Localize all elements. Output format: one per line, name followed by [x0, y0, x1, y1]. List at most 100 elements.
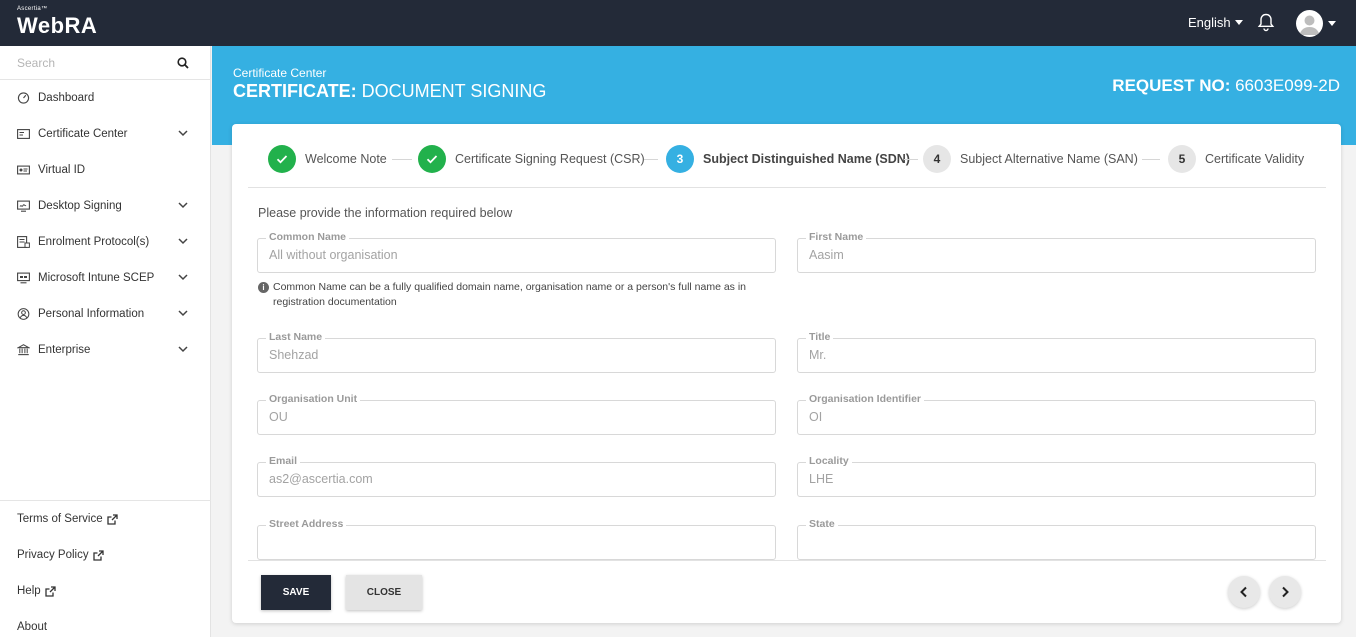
wizard-card: Welcome Note Certificate Signing Request…	[232, 124, 1341, 623]
bell-icon[interactable]	[1256, 12, 1276, 32]
step-sdn[interactable]: 3 Subject Distinguished Name (SDN)	[666, 145, 910, 173]
top-bar: Ascertia™ WebRA English	[0, 0, 1356, 46]
page-title-rest: DOCUMENT SIGNING	[356, 81, 547, 101]
form-intro: Please provide the information required …	[258, 206, 513, 220]
step-divider	[644, 159, 658, 160]
title-field: Title	[797, 331, 1316, 373]
step-label: Certificate Signing Request (CSR)	[455, 152, 645, 166]
field-label: Title	[806, 331, 834, 343]
chevron-left-icon	[1240, 586, 1247, 598]
footer-divider	[248, 560, 1326, 561]
step-number: 3	[666, 145, 694, 173]
bank-icon	[17, 344, 30, 356]
email-input[interactable]	[269, 472, 759, 486]
person-icon	[17, 308, 30, 320]
field-label: Organisation Unit	[266, 393, 361, 405]
close-button[interactable]: CLOSE	[346, 575, 422, 610]
sidebar-item-label: Personal Information	[38, 308, 145, 320]
help-link[interactable]: Help	[0, 573, 211, 609]
user-menu[interactable]	[1296, 10, 1336, 37]
step-certificate-validity[interactable]: 5 Certificate Validity	[1168, 145, 1304, 173]
external-link-icon	[106, 513, 118, 525]
link-label: Privacy Policy	[17, 549, 89, 561]
sidebar-item-personal-information[interactable]: Personal Information	[0, 296, 211, 332]
street-address-input[interactable]	[269, 535, 759, 549]
webra-logo[interactable]: Ascertia™ WebRA	[17, 6, 97, 39]
step-number: 5	[1168, 145, 1196, 173]
field-label: First Name	[806, 231, 867, 243]
field-label: Locality	[806, 455, 852, 467]
step-csr[interactable]: Certificate Signing Request (CSR)	[418, 145, 645, 173]
locality-input[interactable]	[809, 472, 1299, 486]
external-link-icon	[92, 549, 104, 561]
state-input[interactable]	[809, 535, 1299, 549]
organisation-unit-field: Organisation Unit	[257, 393, 776, 435]
wizard-stepper: Welcome Note Certificate Signing Request…	[248, 124, 1326, 188]
email-field: Email	[257, 455, 776, 497]
sidebar-item-virtual-id[interactable]: Virtual ID	[0, 152, 211, 188]
sdn-form: Please provide the information required …	[248, 188, 1326, 560]
field-label: Organisation Identifier	[806, 393, 925, 405]
intune-icon	[17, 272, 30, 284]
sidebar-item-microsoft-intune-scep[interactable]: Microsoft Intune SCEP	[0, 260, 211, 296]
street-address-field: Street Address	[257, 518, 776, 560]
previous-step-button[interactable]	[1228, 576, 1260, 608]
field-label: Email	[266, 455, 301, 467]
step-label: Welcome Note	[305, 152, 387, 166]
link-label: About	[17, 621, 48, 633]
info-icon: i	[258, 282, 269, 293]
privacy-policy-link[interactable]: Privacy Policy	[0, 537, 211, 573]
sidebar-item-enterprise[interactable]: Enterprise	[0, 332, 211, 368]
organisation-unit-input[interactable]	[269, 410, 759, 424]
id-card-icon	[17, 165, 30, 175]
sidebar-item-certificate-center[interactable]: Certificate Center	[0, 116, 211, 152]
breadcrumb[interactable]: Certificate Center	[233, 66, 326, 80]
step-divider	[1142, 159, 1160, 160]
sidebar-item-enrolment-protocols[interactable]: Enrolment Protocol(s)	[0, 224, 211, 260]
check-icon	[418, 145, 446, 173]
last-name-input[interactable]	[269, 348, 759, 362]
about-link[interactable]: About	[0, 609, 211, 637]
next-step-button[interactable]	[1269, 576, 1301, 608]
step-welcome-note[interactable]: Welcome Note	[268, 145, 387, 173]
step-san[interactable]: 4 Subject Alternative Name (SAN)	[923, 145, 1138, 173]
check-icon	[268, 145, 296, 173]
sidebar: Dashboard Certificate Center Virtual ID …	[0, 46, 211, 637]
common-name-hint: i Common Name can be a fully qualified d…	[258, 280, 777, 310]
language-selector[interactable]: English	[1188, 15, 1243, 30]
step-divider	[904, 159, 918, 160]
chevron-down-icon	[178, 202, 188, 209]
step-label: Subject Distinguished Name (SDN)	[703, 152, 910, 166]
link-label: Help	[17, 585, 41, 597]
search-icon[interactable]	[177, 57, 189, 69]
sidebar-item-label: Dashboard	[38, 92, 95, 104]
sidebar-item-label: Virtual ID	[38, 164, 86, 176]
organisation-identifier-field: Organisation Identifier	[797, 393, 1316, 435]
sidebar-item-dashboard[interactable]: Dashboard	[0, 80, 211, 116]
sidebar-item-label: Desktop Signing	[38, 200, 122, 212]
last-name-field: Last Name	[257, 331, 776, 373]
field-label: Street Address	[266, 518, 347, 530]
sidebar-item-desktop-signing[interactable]: Desktop Signing	[0, 188, 211, 224]
title-input[interactable]	[809, 348, 1299, 362]
state-field: State	[797, 518, 1316, 560]
organisation-identifier-input[interactable]	[809, 410, 1299, 424]
step-divider	[392, 159, 412, 160]
external-link-icon	[45, 585, 56, 597]
sidebar-item-label: Enterprise	[38, 344, 91, 356]
certificate-icon	[17, 129, 30, 139]
sidebar-footer-links: Terms of Service Privacy Policy Help Abo…	[0, 500, 211, 637]
common-name-input[interactable]	[269, 248, 759, 262]
page-title-bold: CERTIFICATE:	[233, 81, 357, 101]
first-name-input[interactable]	[809, 248, 1299, 262]
chevron-down-icon	[178, 346, 188, 353]
save-button[interactable]: SAVE	[261, 575, 331, 610]
search-input[interactable]	[17, 54, 167, 72]
request-number: REQUEST NO: 6603E099-2D	[1112, 76, 1340, 96]
request-value: 6603E099-2D	[1230, 76, 1340, 95]
terms-of-service-link[interactable]: Terms of Service	[0, 501, 211, 537]
chevron-down-icon	[178, 274, 188, 281]
dashboard-icon	[17, 92, 30, 104]
caret-down-icon	[1234, 20, 1243, 25]
request-label: REQUEST NO:	[1112, 76, 1231, 95]
